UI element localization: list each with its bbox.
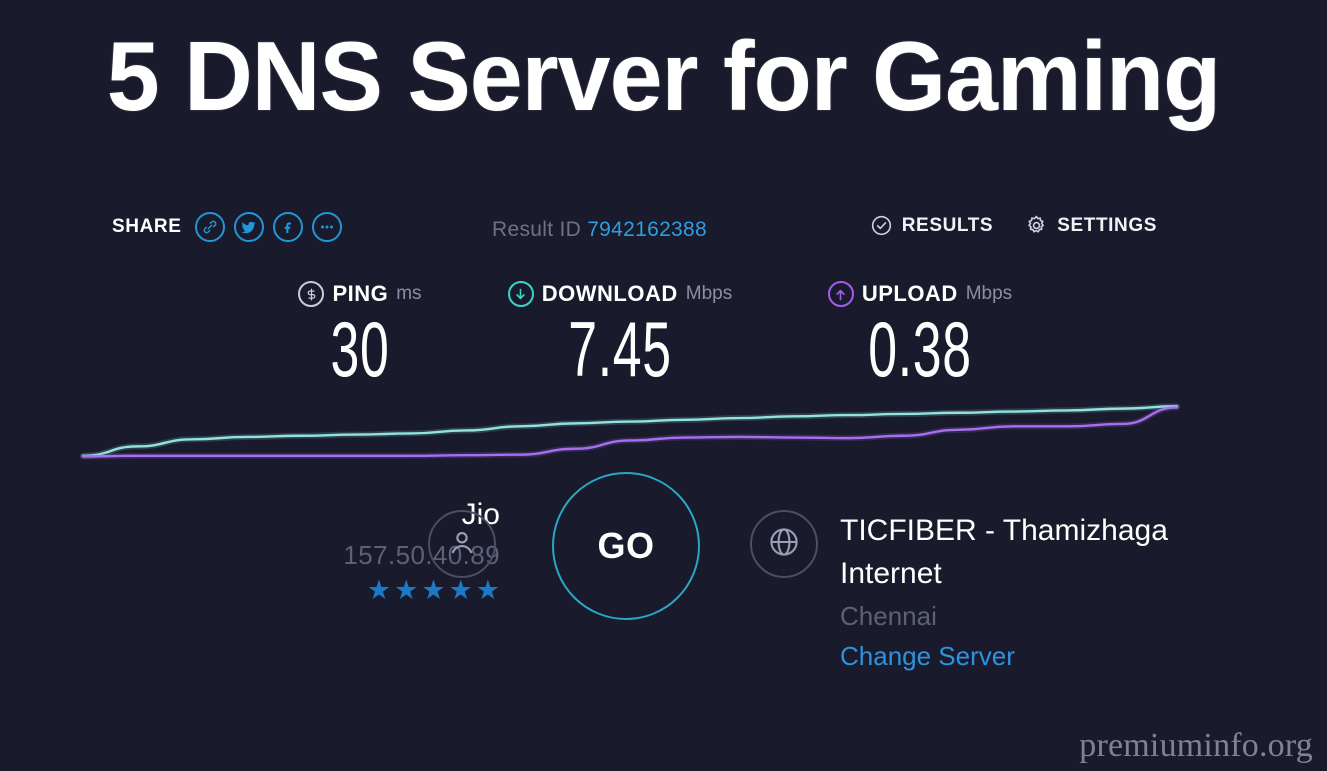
settings-label: SETTINGS (1057, 214, 1157, 236)
results-button[interactable]: RESULTS (870, 214, 993, 237)
upload-arrow-icon (827, 281, 854, 307)
page-title-container: 5 DNS Server for Gaming (0, 21, 1327, 131)
results-label: RESULTS (901, 214, 994, 236)
go-button[interactable]: GO (552, 472, 700, 620)
rating-star[interactable]: ★ (394, 577, 418, 604)
rating-star[interactable]: ★ (367, 577, 391, 604)
go-button-label: GO (597, 525, 655, 566)
share-label: SHARE (112, 216, 182, 237)
globe-icon (766, 524, 802, 565)
result-id: Result ID 7942162388 (492, 218, 707, 242)
graph-line-upload (81, 406, 1179, 458)
metrics-row: PING ms 30 DOWNLOAD Mbps 7.45 UPLOAD Mbp… (0, 280, 1327, 390)
metric-upload-name: UPLOAD (861, 281, 958, 306)
watermark: premiuminfo.org (1079, 727, 1313, 764)
metric-upload-unit: Mbps (965, 283, 1013, 304)
download-arrow-icon (507, 281, 534, 307)
metric-download-name: DOWNLOAD (541, 281, 678, 306)
check-circle-icon (870, 214, 893, 237)
share-group: SHARE (112, 212, 342, 242)
server-name: TICFIBER - Thamizhaga Internet (840, 514, 1168, 590)
twitter-icon[interactable] (233, 212, 264, 242)
top-action-bar: SHARE Result ID 7942162388 RESULTS SETTI… (0, 206, 1327, 252)
result-id-value[interactable]: 7942162388 (587, 218, 707, 241)
isp-rating-stars[interactable]: ★ ★ ★ ★ ★ (180, 577, 500, 604)
metric-upload: UPLOAD Mbps 0.38 (710, 280, 1130, 389)
ping-icon (298, 281, 325, 307)
isp-avatar-button[interactable] (428, 510, 496, 578)
metric-upload-value: 0.38 (868, 305, 972, 393)
rating-star[interactable]: ★ (449, 577, 473, 604)
server-city: Chennai (840, 601, 937, 632)
right-actions: RESULTS SETTINGS (870, 214, 1157, 237)
gear-icon (1025, 214, 1048, 237)
metric-ping-name: PING (332, 281, 389, 306)
speed-graph-svg (80, 403, 1180, 460)
facebook-icon[interactable] (272, 212, 303, 242)
person-icon (445, 525, 479, 564)
change-server-link[interactable]: Change Server (840, 641, 1240, 672)
link-icon[interactable] (194, 212, 225, 242)
metric-upload-header: UPLOAD Mbps (710, 280, 1130, 308)
settings-button[interactable]: SETTINGS (1025, 214, 1157, 237)
rating-star[interactable]: ★ (476, 577, 500, 604)
graph-line-glow-upload (80, 404, 1180, 460)
rating-star[interactable]: ★ (421, 577, 445, 604)
graph-line-glow-download (80, 403, 1180, 459)
server-globe-button[interactable] (750, 510, 818, 578)
speed-graph (80, 390, 1180, 465)
more-icon[interactable] (311, 212, 342, 242)
page-title: 5 DNS Server for Gaming (106, 21, 1221, 131)
result-id-label: Result ID (492, 218, 582, 241)
server-block: TICFIBER - Thamizhaga Internet Chennai C… (840, 510, 1240, 672)
